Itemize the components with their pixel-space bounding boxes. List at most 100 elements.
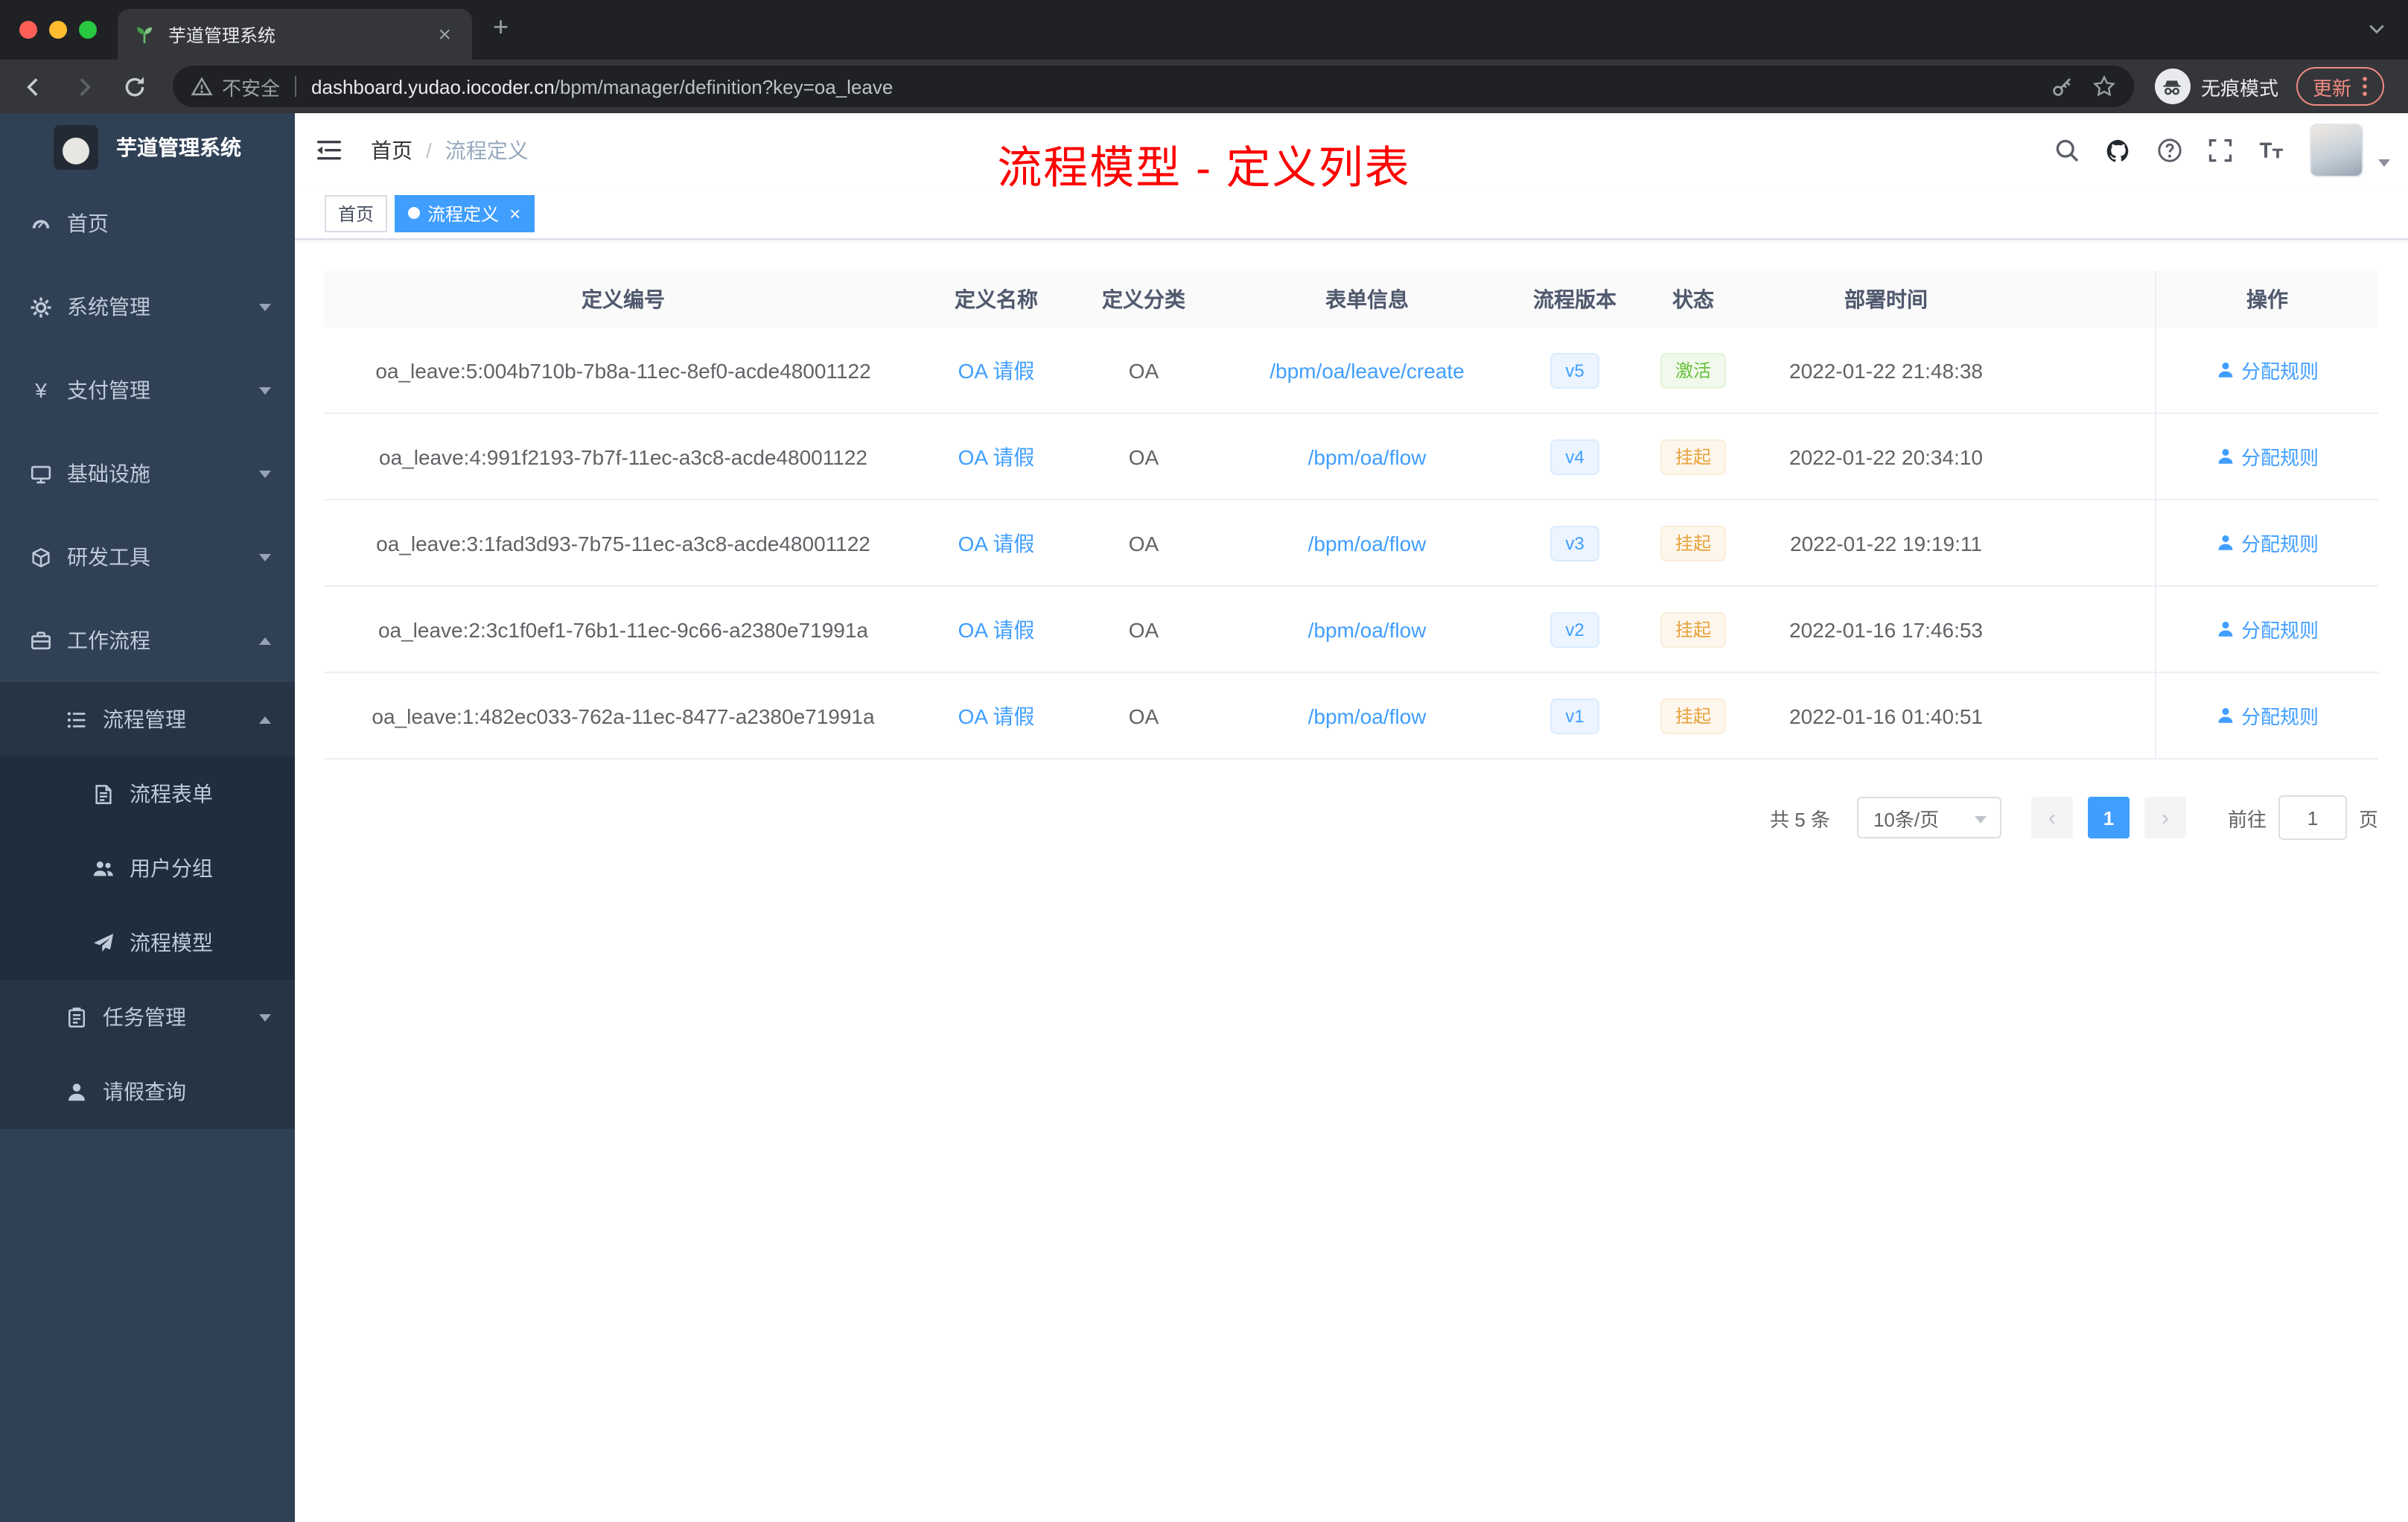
forward-button[interactable]: [63, 66, 104, 107]
window-zoom-button[interactable]: [79, 21, 97, 39]
sidebar-item-process-model[interactable]: 流程模型: [0, 905, 295, 980]
prev-arrow: ‹: [2048, 805, 2056, 830]
next-arrow: ›: [2161, 805, 2169, 830]
window-minimize-button[interactable]: [49, 21, 67, 39]
definition-id: oa_leave:5:004b710b-7b8a-11ec-8ef0-acde4…: [375, 358, 871, 382]
definition-name-link[interactable]: OA 请假: [922, 500, 1071, 585]
logo-avatar: [54, 125, 98, 170]
search-icon[interactable]: [2054, 137, 2080, 164]
tab-search-chevron-icon[interactable]: [2366, 18, 2387, 39]
user-icon: [2218, 707, 2233, 723]
logo-title: 芋道管理系统: [116, 136, 241, 159]
fullscreen-icon[interactable]: [2207, 137, 2234, 164]
deploy-time: 2022-01-22 19:19:11: [1790, 531, 1982, 555]
browser-update-button[interactable]: 更新: [2296, 67, 2384, 106]
font-size-icon[interactable]: [2258, 138, 2286, 162]
sidebar-item-devtools[interactable]: 研发工具: [0, 515, 295, 599]
assign-rule-button[interactable]: 分配规则: [2216, 615, 2319, 643]
prev-page-button[interactable]: ‹: [2030, 797, 2073, 838]
browser-tab[interactable]: 芋道管理系统 ×: [118, 9, 472, 60]
tag-process-definition[interactable]: 流程定义 ×: [395, 194, 535, 232]
sidebar-item-infrastructure[interactable]: 基础设施: [0, 432, 295, 515]
definition-name-link[interactable]: OA 请假: [922, 587, 1071, 672]
topbar: 首页 / 流程定义: [295, 113, 2408, 188]
sidebar-item-workflow[interactable]: 工作流程: [0, 599, 295, 682]
sidebar-item-system[interactable]: 系统管理: [0, 265, 295, 348]
sidebar-item-user-group[interactable]: 用户分组: [0, 831, 295, 905]
action-cell: 分配规则: [2155, 414, 2378, 499]
form-info-link[interactable]: /bpm/oa/flow: [1217, 587, 1517, 672]
definition-name-link[interactable]: OA 请假: [922, 414, 1071, 499]
column-header-filler: [2018, 271, 2155, 328]
yen-icon: ¥: [35, 378, 47, 402]
user-avatar[interactable]: [2310, 124, 2363, 177]
sidebar-collapse-button[interactable]: [317, 138, 344, 162]
tag-close-icon[interactable]: ×: [509, 203, 520, 223]
page-goto-input[interactable]: [2278, 795, 2347, 840]
assign-rule-button[interactable]: 分配规则: [2216, 701, 2319, 730]
page-size-value: 10条/页: [1873, 808, 1940, 830]
column-header: 操作: [2155, 271, 2378, 328]
sidebar-item-label: 首页: [67, 211, 109, 235]
window-close-button[interactable]: [19, 21, 37, 39]
assign-rule-button[interactable]: 分配规则: [2216, 356, 2319, 384]
version-badge: v1: [1550, 698, 1599, 733]
deploy-time: 2022-01-16 01:40:51: [1789, 704, 1983, 727]
column-header: 定义分类: [1102, 287, 1185, 311]
page-number-1[interactable]: 1: [2087, 797, 2130, 838]
definition-name-link[interactable]: OA 请假: [922, 328, 1071, 413]
sidebar-item-home[interactable]: 首页: [0, 182, 295, 265]
url-omnibox[interactable]: 不安全 dashboard.yudao.iocoder.cn /bpm/mana…: [173, 66, 2134, 107]
bookmark-star-icon[interactable]: [2092, 74, 2116, 98]
github-icon[interactable]: [2104, 136, 2133, 165]
sidebar-item-payment[interactable]: ¥ 支付管理: [0, 348, 295, 432]
chevron-down-icon: [259, 386, 271, 394]
form-info-link[interactable]: /bpm/oa/flow: [1217, 414, 1517, 499]
assign-rule-button[interactable]: 分配规则: [2216, 442, 2319, 471]
browser-address-bar: 不安全 dashboard.yudao.iocoder.cn /bpm/mana…: [0, 60, 2408, 113]
filler-cell: [2018, 500, 2155, 585]
sidebar-item-leave-query[interactable]: 请假查询: [0, 1054, 295, 1129]
definition-name-link[interactable]: OA 请假: [922, 673, 1071, 758]
definition-category: OA: [1128, 617, 1159, 641]
definition-name-text: OA 请假: [958, 704, 1035, 727]
version-badge: v3: [1550, 525, 1599, 561]
action-cell: 分配规则: [2155, 587, 2378, 672]
breadcrumb-current: 流程定义: [445, 138, 529, 162]
sidebar-item-task-management[interactable]: 任务管理: [0, 980, 295, 1054]
breadcrumb-home[interactable]: 首页: [371, 136, 413, 165]
tab-close-icon[interactable]: ×: [432, 22, 457, 47]
filler-cell: [2018, 328, 2155, 413]
form-info-link[interactable]: /bpm/oa/leave/create: [1217, 328, 1517, 413]
definition-name-text: OA 请假: [958, 358, 1035, 382]
page-content: 定义编号 定义名称 定义分类 表单信息 流程版本 状态 部署时间 操作 oa_l…: [295, 240, 2408, 1522]
filler-cell: [2018, 673, 2155, 758]
sidebar-item-process-form[interactable]: 流程表单: [0, 757, 295, 831]
definition-category: OA: [1128, 704, 1159, 727]
chevron-down-icon: [259, 303, 271, 311]
version-badge: v5: [1550, 352, 1599, 388]
definition-name-text: OA 请假: [958, 617, 1035, 641]
form-info-link[interactable]: /bpm/oa/flow: [1217, 500, 1517, 585]
user-icon: [69, 1083, 85, 1101]
new-tab-button[interactable]: +: [493, 13, 509, 40]
browser-menu-dots-icon[interactable]: [2362, 74, 2368, 98]
reload-button[interactable]: [113, 66, 155, 107]
version-badge: v2: [1550, 611, 1599, 647]
next-page-button[interactable]: ›: [2144, 797, 2186, 838]
back-button[interactable]: [12, 66, 54, 107]
tag-home[interactable]: 首页: [325, 194, 388, 232]
form-info-link[interactable]: /bpm/oa/flow: [1217, 673, 1517, 758]
page-size-select[interactable]: 10条/页: [1856, 797, 2001, 838]
sidebar-logo[interactable]: 芋道管理系统: [0, 113, 295, 182]
form-info-text: /bpm/oa/leave/create: [1270, 358, 1465, 382]
not-secure-warning-icon: [191, 76, 213, 95]
column-header: 部署时间: [1844, 287, 1928, 311]
help-icon[interactable]: [2156, 137, 2183, 164]
assign-rule-button[interactable]: 分配规则: [2216, 529, 2319, 557]
avatar-caret-down-icon[interactable]: [2378, 159, 2390, 166]
password-key-icon[interactable]: [2051, 74, 2074, 98]
sidebar-item-label: 研发工具: [67, 545, 150, 569]
users-icon: [93, 860, 113, 876]
sidebar-item-process-management[interactable]: 流程管理: [0, 682, 295, 757]
